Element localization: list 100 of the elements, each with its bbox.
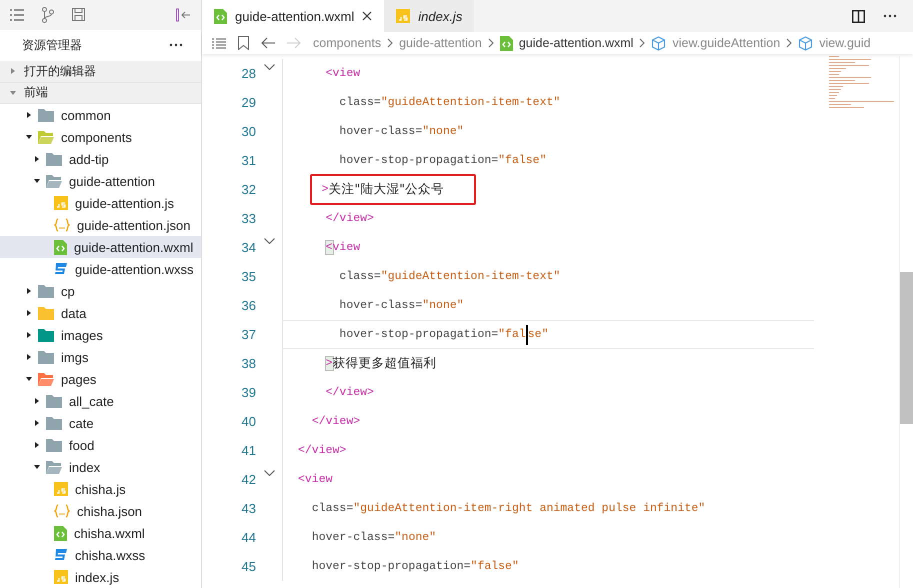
code-line: hover-class="none" bbox=[310, 530, 438, 546]
code-line: hover-stop-propagation="fal se" bbox=[337, 322, 550, 346]
tree-item[interactable]: chisha.json bbox=[0, 500, 201, 522]
code-line: hover-class="none" bbox=[338, 298, 465, 314]
tree-item[interactable]: components bbox=[0, 126, 201, 148]
line-number: 39 bbox=[240, 385, 256, 400]
line-number: 30 bbox=[240, 124, 256, 139]
line-number: 40 bbox=[240, 414, 256, 429]
tree-item[interactable]: index.js bbox=[0, 566, 201, 588]
braces-icon bbox=[54, 218, 70, 232]
tree-item[interactable]: food bbox=[0, 434, 201, 456]
line-number: 37 bbox=[240, 327, 256, 342]
line-number: 28 bbox=[240, 66, 256, 81]
tree-item[interactable]: guide-attention.json bbox=[0, 214, 201, 236]
code-line: <view bbox=[324, 66, 362, 82]
close-icon[interactable] bbox=[362, 11, 372, 21]
folder-icon bbox=[38, 306, 54, 320]
more-icon[interactable] bbox=[169, 43, 183, 48]
line-number: 42 bbox=[240, 472, 256, 487]
editor-tab[interactable]: index.js bbox=[384, 0, 474, 32]
folder-icon bbox=[46, 152, 62, 166]
code-line: hover-stop-propagation="false" bbox=[338, 153, 548, 169]
breadcrumb-item[interactable]: view.guid bbox=[798, 36, 871, 50]
fold-chevron-icon[interactable] bbox=[264, 238, 274, 244]
caret-right-icon bbox=[34, 156, 40, 162]
breadcrumb-item[interactable]: guide-attention.wxml bbox=[500, 36, 634, 50]
tree-item[interactable]: data bbox=[0, 302, 201, 324]
breadcrumb-item[interactable]: guide-attention bbox=[399, 36, 482, 50]
tree-item[interactable]: add-tip bbox=[0, 148, 201, 170]
open-folder-icon bbox=[38, 372, 54, 386]
code-file-icon bbox=[214, 8, 227, 24]
code-line: class="guideAttention-item-text" bbox=[338, 269, 562, 285]
more-icon[interactable] bbox=[883, 14, 897, 18]
fold-chevron-icon[interactable] bbox=[264, 64, 274, 70]
list-icon[interactable] bbox=[10, 8, 24, 21]
branch-icon[interactable] bbox=[42, 6, 54, 23]
bookmark-icon[interactable] bbox=[238, 36, 249, 50]
line-number: 44 bbox=[240, 530, 256, 545]
fold-chevron-icon[interactable] bbox=[264, 470, 274, 476]
tree-item[interactable]: images bbox=[0, 324, 201, 346]
line-number: 32 bbox=[240, 182, 256, 197]
code-line: class="guideAttention-item-text" bbox=[338, 95, 562, 111]
breadcrumb-item[interactable]: components bbox=[313, 36, 382, 50]
stylesheet-icon bbox=[54, 262, 68, 276]
breadcrumb-item[interactable]: view.guideAttention bbox=[651, 36, 780, 50]
code-file-icon bbox=[54, 240, 67, 255]
caret-right-icon bbox=[34, 420, 40, 426]
tree-item[interactable]: cate bbox=[0, 412, 201, 434]
line-number: 41 bbox=[240, 443, 256, 458]
folder-icon bbox=[46, 394, 62, 408]
collapse-panel-icon[interactable] bbox=[175, 8, 191, 22]
editor-tab[interactable]: guide-attention.wxml bbox=[202, 0, 384, 32]
tree-item[interactable]: guide-attention.wxss bbox=[0, 258, 201, 280]
open-folder-icon bbox=[38, 130, 54, 144]
line-number: 33 bbox=[240, 211, 256, 226]
chevron-right-icon bbox=[786, 38, 792, 48]
tree-item[interactable]: all_cate bbox=[0, 390, 201, 412]
js-file-icon bbox=[396, 9, 410, 23]
code-line: class="guideAttention-item-right animated pulse infinite" bbox=[310, 501, 706, 517]
tree-item[interactable]: guide-attention.wxml bbox=[0, 236, 201, 258]
save-icon[interactable] bbox=[72, 8, 85, 22]
caret-right-icon bbox=[26, 288, 32, 294]
code-file-icon bbox=[54, 526, 67, 541]
caret-down-icon bbox=[34, 464, 40, 470]
tree-item[interactable]: chisha.wxss bbox=[0, 544, 201, 566]
back-arrow-icon[interactable] bbox=[261, 37, 275, 49]
line-number: 34 bbox=[240, 240, 256, 255]
tree-item[interactable]: guide-attention.js bbox=[0, 192, 201, 214]
tree-item[interactable]: common bbox=[0, 104, 201, 126]
code-line: >获得更多超值福利 bbox=[324, 354, 438, 372]
tree-item[interactable]: cp bbox=[0, 280, 201, 302]
caret-right-icon bbox=[26, 310, 32, 316]
line-number: 38 bbox=[240, 356, 256, 371]
cube-icon bbox=[651, 36, 666, 50]
line-number: 36 bbox=[240, 298, 256, 313]
code-line: </view> bbox=[297, 443, 348, 459]
section-header[interactable]: 打开的编辑器 bbox=[0, 61, 201, 83]
tree-item[interactable]: imgs bbox=[0, 346, 201, 368]
code-file-icon bbox=[500, 36, 513, 50]
split-editor-icon[interactable] bbox=[852, 10, 865, 22]
tree-item[interactable]: guide-attention bbox=[0, 170, 201, 192]
tree-item[interactable]: chisha.js bbox=[0, 478, 201, 500]
line-number: 31 bbox=[240, 153, 256, 168]
tree-item[interactable]: chisha.wxml bbox=[0, 522, 201, 544]
open-folder-icon bbox=[46, 460, 62, 474]
list-icon[interactable] bbox=[212, 38, 226, 48]
scrollbar-thumb[interactable] bbox=[900, 272, 913, 424]
section-header[interactable]: 前端 bbox=[0, 82, 201, 104]
tree-item[interactable]: pages bbox=[0, 368, 201, 390]
line-number: 35 bbox=[240, 269, 256, 284]
js-file-icon bbox=[54, 482, 68, 496]
caret-right-icon bbox=[34, 442, 40, 448]
caret-down-icon bbox=[26, 134, 32, 140]
open-folder-icon bbox=[46, 174, 62, 188]
line-number: 45 bbox=[240, 559, 256, 574]
code-line: </view> bbox=[310, 414, 362, 430]
caret-down-icon bbox=[34, 178, 40, 184]
cube-icon bbox=[798, 36, 814, 50]
tree-item[interactable]: index bbox=[0, 456, 201, 478]
folder-icon bbox=[46, 416, 62, 430]
